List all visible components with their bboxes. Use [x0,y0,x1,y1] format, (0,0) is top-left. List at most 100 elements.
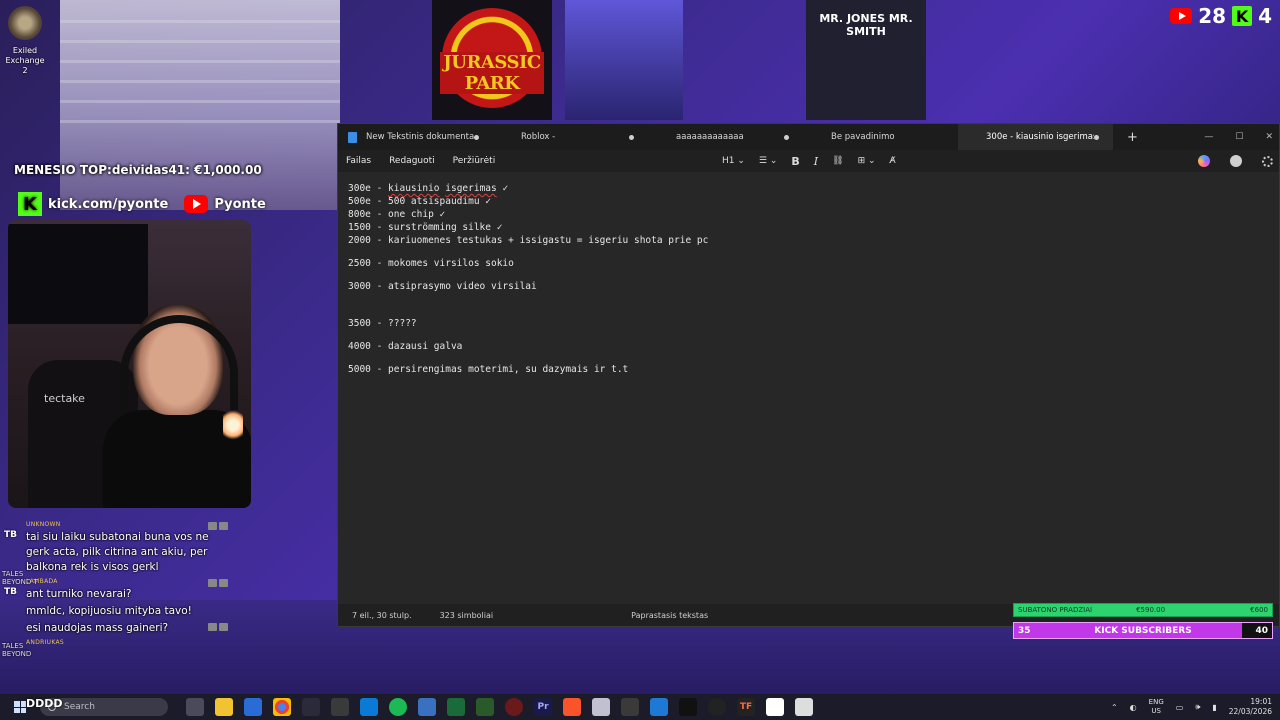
photos-icon[interactable] [418,698,436,716]
tray-app-icon[interactable]: ◐ [1130,703,1137,712]
notepad-window: New Tekstinis dokumentas.txt Roblox - aa… [337,123,1280,627]
document-icon[interactable] [592,698,610,716]
window-controls: — ☐ ✕ [1204,124,1273,150]
app-icon[interactable] [302,698,320,716]
text-line: 500e - 500 atsispaudimu ✓ [348,196,491,207]
battery-icon[interactable]: ▮ [1212,703,1216,712]
sub-goal-bar: 35 KICK SUBSCRIBERS 40 [1013,622,1273,639]
chat-avatar-icon: TB [4,587,17,597]
file-explorer-icon[interactable] [215,698,233,716]
italic-icon[interactable]: I [814,155,818,168]
format-toolbar: H1 ⌄ ☰ ⌄ B I ⛓ ⊞ ⌄ A̸ [722,150,896,172]
text-line: 3500 - ????? [348,318,417,329]
notepad-taskbar-icon[interactable] [650,698,668,716]
close-icon[interactable]: ✕ [1265,132,1273,142]
record-icon[interactable] [505,698,523,716]
top-donor-banner: MENESIO TOP:deividas41: €1,000.00 [14,163,262,177]
brave-icon[interactable] [563,698,581,716]
text-editor[interactable]: 300e - kiausinio isgerimas ✓ 500e - 500 … [338,172,1279,604]
desktop-icon-exiled-exchange[interactable]: Exiled Exchange 2 [2,6,48,76]
char-count: 323 simboliai [439,610,494,620]
follower-counters: 28 K 4 [1170,4,1272,28]
unsaved-dot-icon [629,134,634,140]
text-line: 1500 - surströmming silke ✓ [348,222,503,233]
network-icon[interactable]: ▭ [1176,703,1184,712]
terminal-icon[interactable] [679,698,697,716]
chat-message: mmldc, kopijuosiu mityba tavo! [26,605,192,617]
menu-edit[interactable]: Redaguoti [389,156,435,166]
nvidia-icon[interactable] [476,698,494,716]
spotify-icon[interactable] [389,698,407,716]
edge-icon[interactable] [360,698,378,716]
app-icon [8,6,42,40]
windows-start-icon[interactable] [14,701,26,713]
text-line: 2000 - kariuomenes testukas + issigastu … [348,235,709,246]
youtube-logo-icon [184,195,209,213]
stream-chat: TB UNKNOWN tai siu laiku subatonai buna … [0,520,232,658]
poster-batman [565,0,683,120]
chat-controls [208,522,228,530]
new-tab-button[interactable]: + [1127,130,1138,145]
clock[interactable]: 19:01 22/03/2026 [1229,697,1272,717]
tab-active-300e[interactable]: 300e - kiausinio isgerimas ✓ [958,124,1113,150]
obs-icon[interactable] [708,698,726,716]
text-line: 4000 - dazausi galva [348,341,463,352]
chart-app-icon[interactable] [447,698,465,716]
donation-goal-bar: SUBATONO PRADZIAI €590.00 €600 [1013,603,1273,617]
chat-message: ANDRIUKAS [26,639,64,646]
premiere-icon[interactable]: Pr [534,698,552,716]
text-line: 2500 - mokomes virsilos sokio [348,258,514,269]
taskbar-apps: Pr TF [186,698,813,716]
chat-controls [208,579,228,587]
chevron-up-icon[interactable]: ⌃ [1111,703,1118,712]
capcut-icon[interactable] [766,698,784,716]
bold-icon[interactable]: B [791,155,799,168]
tab-roblox[interactable]: Roblox - [493,124,648,150]
kick-url: kick.com/pyonte [48,196,169,212]
maximize-icon[interactable]: ☐ [1235,132,1243,142]
tf-icon[interactable]: TF [737,698,755,716]
kick-count: 4 [1258,4,1272,28]
taskbar: Search Pr TF ⌃ ◐ ENG US ▭ 🕪 ▮ 19:01 22/0… [0,694,1280,720]
chat-message: esi naudojas mass gaineri? [0,621,232,636]
text-format[interactable]: Paprastasis tekstas [631,611,708,620]
youtube-count: 28 [1198,4,1227,28]
text-line: 800e - one chip ✓ [348,209,446,220]
poster-jurassic-park: JURASSIC PARK [432,0,552,120]
poster-mib: MR. JONES MR. SMITH [806,0,926,120]
webcam-feed: tectake [8,220,251,508]
menu-right-icons [1198,150,1273,172]
task-view-icon[interactable] [186,698,204,716]
tab-be-pavadinimo[interactable]: Be pavadinimo [803,124,958,150]
app-icon[interactable] [795,698,813,716]
cursor-position: 7 eil., 30 stulp. [352,610,412,620]
chrome-icon[interactable] [273,698,291,716]
tool-icon[interactable] [621,698,639,716]
chat-controls [208,623,228,631]
language-indicator[interactable]: ENG US [1149,698,1164,716]
link-icon[interactable]: ⛓ [832,156,843,166]
chair-brand: tectake [44,392,85,405]
clear-format-icon[interactable]: A̸ [890,156,896,166]
table-icon[interactable]: ⊞ ⌄ [858,156,876,166]
menu-view[interactable]: Peržiūrėti [453,156,496,166]
chat-message: TB UNKNOWN tai siu laiku subatonai buna … [0,520,232,575]
list-icon[interactable]: ☰ ⌄ [759,156,777,166]
store-icon[interactable] [244,698,262,716]
tab-aaaa[interactable]: aaaaaaaaaaaaa [648,124,803,150]
youtube-name: Pyonte [214,196,266,212]
heading-dropdown[interactable]: H1 ⌄ [722,156,745,166]
chat-last-line: DDDD [26,697,63,710]
account-icon[interactable] [1230,155,1242,167]
tab-bar: New Tekstinis dokumentas.txt Roblox - aa… [338,124,1279,150]
copilot-icon[interactable] [1198,155,1210,167]
text-line: 300e - kiausinio isgerimas ✓ [348,183,509,194]
game-icon[interactable] [331,698,349,716]
minimize-icon[interactable]: — [1204,132,1213,142]
menu-file[interactable]: Failas [346,156,371,166]
unsaved-dot-icon [1094,134,1099,140]
gear-icon[interactable] [1262,155,1273,167]
volume-icon[interactable]: 🕪 [1195,702,1200,712]
tab-new-tekstinis[interactable]: New Tekstinis dokumentas.txt [338,124,493,150]
text-line: 5000 - persirengimas moterimi, su dazyma… [348,364,629,375]
